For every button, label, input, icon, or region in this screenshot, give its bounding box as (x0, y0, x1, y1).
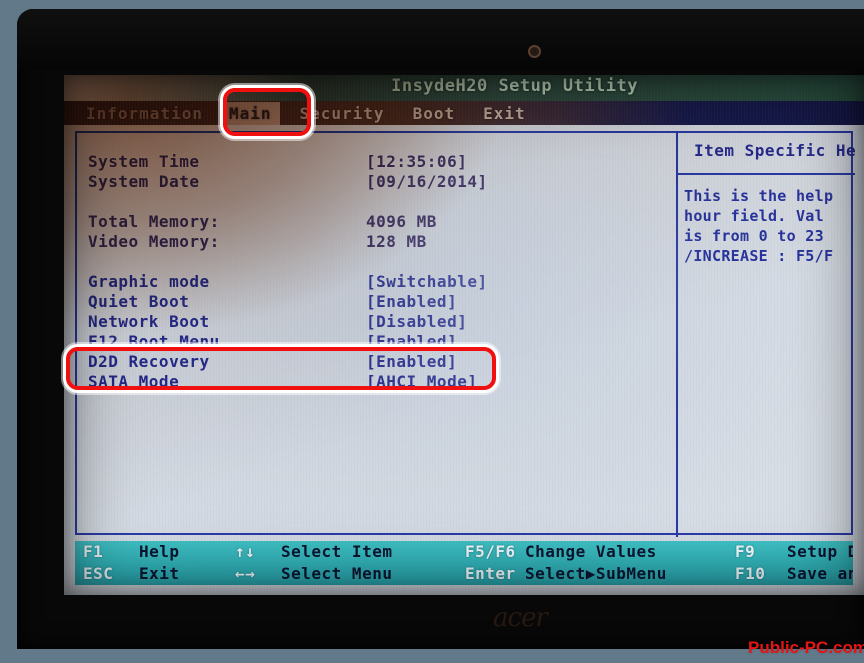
menu-item-boot[interactable]: Boot (405, 102, 464, 125)
bios-title-bar: InsydeH20 Setup Utility (64, 75, 864, 101)
footer-key-esc[interactable]: ESC (83, 563, 113, 585)
webcam-icon (528, 45, 541, 58)
bios-footer-legend: F1 Help ↑↓ Select Item F5/F6 Change Valu… (75, 541, 853, 585)
footer-key-f5-f6[interactable]: F5/F6 (465, 541, 516, 563)
setting-row-total-memory: Total Memory: 4096 MB (88, 212, 676, 232)
row-spacer (88, 192, 676, 212)
footer-action-help: Help (139, 542, 180, 561)
footer-action-exit: Exit (139, 564, 180, 583)
footer-action-change-values: Change Values (525, 542, 657, 561)
footer-row-1: F1 Help ↑↓ Select Item F5/F6 Change Valu… (75, 541, 853, 563)
help-panel-body: This is the help hour field. Val is from… (678, 186, 855, 266)
help-line: hour field. Val (684, 207, 824, 225)
arrow-up-down-icon: ↑↓ (235, 542, 256, 561)
footer-key-f9[interactable]: F9 (735, 541, 755, 563)
setting-value[interactable]: [Switchable] (366, 272, 488, 292)
footer-key-enter[interactable]: Enter (465, 563, 516, 585)
bios-menu-bar[interactable]: Information Main Security Boot Exit (64, 101, 864, 125)
help-line: /INCREASE : F5/F (684, 247, 834, 265)
bios-screen: InsydeH20 Setup Utility Information Main… (64, 75, 864, 595)
setting-row-system-time[interactable]: System Time [12:35:06] (88, 152, 676, 172)
setting-row-video-memory: Video Memory: 128 MB (88, 232, 676, 252)
setting-label: Network Boot (88, 312, 210, 331)
setting-value: 128 MB (366, 232, 427, 251)
setting-row-quiet-boot[interactable]: Quiet Boot [Enabled] (88, 292, 676, 312)
item-specific-help-panel: Item Specific Help This is the help hour… (678, 133, 855, 537)
setting-label: Total Memory: (88, 212, 220, 231)
bios-content-frame: System Time [12:35:06] System Date [09/1… (75, 131, 855, 537)
screenshot-root: acer InsydeH20 Setup Utility Information… (0, 0, 864, 663)
setting-label: Video Memory: (88, 232, 220, 251)
bios-title: InsydeH20 Setup Utility (391, 76, 638, 96)
arrow-left-right-icon: ←→ (235, 564, 256, 583)
setting-value: 4096 MB (366, 212, 437, 231)
acer-logo: acer (493, 603, 548, 633)
watermark: Public-PC.com (748, 638, 864, 657)
footer-key-f10[interactable]: F10 (735, 563, 765, 585)
setting-label: System Time (88, 152, 200, 171)
setting-value[interactable]: [12:35:06] (366, 152, 467, 172)
setting-row-network-boot[interactable]: Network Boot [Disabled] (88, 312, 676, 332)
setting-row-graphic-mode[interactable]: Graphic mode [Switchable] (88, 272, 676, 292)
settings-list: System Time [12:35:06] System Date [09/1… (77, 133, 676, 537)
footer-row-2: ESC Exit ←→ Select Menu Enter Select▶Sub… (75, 563, 853, 585)
menu-item-information[interactable]: Information (78, 102, 211, 125)
setting-label: System Date (88, 172, 200, 191)
bezel-top-sheen (17, 9, 864, 69)
setting-label: Quiet Boot (88, 292, 190, 311)
footer-action-select-submenu: Select▶SubMenu (525, 564, 667, 583)
footer-key-f1[interactable]: F1 (83, 541, 103, 563)
setting-label: Graphic mode (88, 272, 210, 291)
setting-value[interactable]: [09/16/2014] (366, 172, 488, 192)
setting-value[interactable]: [Enabled] (366, 292, 457, 312)
footer-action-save-and-exit: Save and (787, 564, 853, 583)
footer-action-setup-defaults: Setup De (787, 542, 853, 561)
annotation-highlight-d2d-recovery (66, 347, 496, 390)
row-spacer (88, 252, 676, 272)
help-line: is from 0 to 23 (684, 227, 824, 245)
annotation-highlight-main-tab (223, 88, 311, 136)
help-line: This is the help (684, 187, 834, 205)
setting-value[interactable]: [Disabled] (366, 312, 467, 332)
setting-row-system-date[interactable]: System Date [09/16/2014] (88, 172, 676, 192)
help-panel-title: Item Specific Help (694, 141, 855, 160)
menu-item-exit[interactable]: Exit (475, 102, 534, 125)
footer-action-select-item: Select Item (281, 542, 393, 561)
footer-action-select-menu: Select Menu (281, 564, 393, 583)
